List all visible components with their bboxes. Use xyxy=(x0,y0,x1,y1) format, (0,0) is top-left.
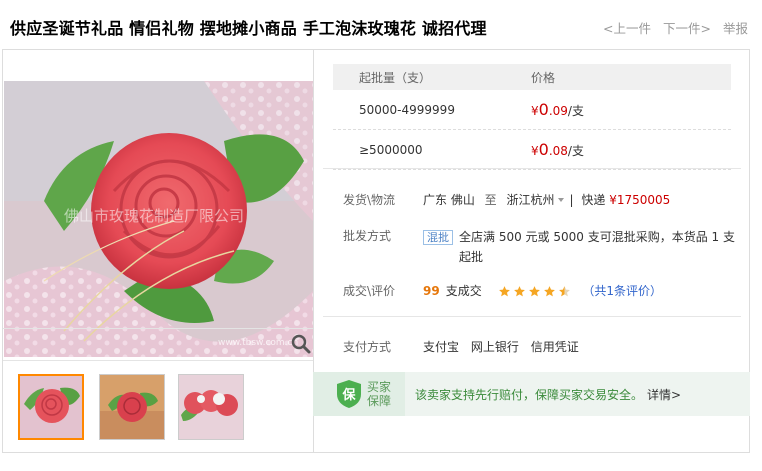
main-product-image[interactable]: 佛山市玫瑰花制造厂限公司 www.tbsw.com.cn xyxy=(4,81,313,357)
prev-item-link[interactable]: <上一件 xyxy=(603,18,651,37)
magnifier-icon[interactable] xyxy=(290,333,312,355)
thumbnail-1[interactable] xyxy=(18,374,84,440)
price-table: 起批量（支） 价格 50000-4999999 ¥0.09/支 ≥5000000… xyxy=(333,64,731,170)
product-title: 供应圣诞节礼品 情侣礼物 摆地摊小商品 手工泡沫玫瑰花 诚招代理 xyxy=(10,19,487,38)
report-link[interactable]: 举报 xyxy=(723,18,748,37)
product-details: 起批量（支） 价格 50000-4999999 ¥0.09/支 ≥5000000… xyxy=(313,49,750,453)
price-row-price: ¥0.09/支 xyxy=(531,100,584,119)
quantity-header: 起批量（支） xyxy=(359,70,432,85)
payment-method: 支付宝 xyxy=(423,340,460,354)
price-row-quantity: ≥5000000 xyxy=(359,142,423,157)
price-row-quantity: 50000-4999999 xyxy=(359,102,455,117)
image-watermark: 佛山市玫瑰花制造厂限公司 xyxy=(64,207,244,225)
destination-select[interactable]: 浙江杭州 xyxy=(507,193,555,207)
payment-method: 信用凭证 xyxy=(530,340,579,354)
divider xyxy=(323,168,741,169)
guarantee-details-link[interactable]: 详情> xyxy=(647,388,681,402)
guarantee-label: 买家 xyxy=(367,380,392,394)
guarantee-text: 该卖家支持先行赔付，保障买家交易安全。 详情> xyxy=(415,387,682,402)
price-row-price: ¥0.08/支 xyxy=(531,140,584,159)
top-nav: <上一件 下一件> 举报 xyxy=(603,18,748,37)
price-header: 价格 xyxy=(531,70,556,85)
product-gallery: 佛山市玫瑰花制造厂限公司 www.tbsw.com.cn xyxy=(2,49,314,453)
zoom-strip xyxy=(3,328,313,360)
deal-count: 99 xyxy=(423,284,440,298)
price-row-1: 50000-4999999 ¥0.09/支 xyxy=(333,90,731,130)
divider xyxy=(323,316,741,317)
price-row-2: ≥5000000 ¥0.08/支 xyxy=(333,130,731,170)
thumbnail-2[interactable] xyxy=(99,374,165,440)
rating-stars xyxy=(498,285,571,298)
price-table-header: 起批量（支） 价格 xyxy=(333,64,731,90)
thumbnail-strip xyxy=(3,360,313,452)
chevron-down-icon[interactable] xyxy=(557,197,564,202)
reviews-link[interactable]: （共1条评价） xyxy=(582,284,662,298)
payment-method: 网上银行 xyxy=(470,340,519,354)
payment-label: 支付方式 xyxy=(343,340,392,354)
star-icon xyxy=(513,286,525,297)
star-icon xyxy=(543,286,555,297)
shipping-fee: ¥1750005 xyxy=(609,193,671,207)
star-icon xyxy=(498,286,510,297)
star-icon xyxy=(558,286,570,297)
next-item-link[interactable]: 下一件> xyxy=(663,18,711,37)
shipping-row: 发货\物流 广东 佛山 至 浙江杭州 | 快递 ¥1750005 xyxy=(333,191,670,208)
wholesale-row: 批发方式 混批 全店满 500 元或 5000 支可混批采购，本货品 1 支起批 xyxy=(333,227,735,267)
deals-row: 成交\评价 99 支成交 （共1条评价） xyxy=(333,282,662,299)
wholesale-text: 全店满 500 元或 5000 支可混批采购，本货品 1 支起批 xyxy=(459,230,735,264)
thumbnail-3[interactable] xyxy=(178,374,244,440)
payment-row: 支付方式 支付宝 网上银行 信用凭证 xyxy=(333,338,579,355)
ship-from: 广东 佛山 xyxy=(423,193,475,207)
star-icon xyxy=(528,286,540,297)
wholesale-label: 批发方式 xyxy=(343,229,392,243)
svg-text:保: 保 xyxy=(341,387,356,403)
deals-label: 成交\评价 xyxy=(343,284,396,298)
mixed-wholesale-badge: 混批 xyxy=(423,230,453,245)
shipping-label: 发货\物流 xyxy=(343,193,396,207)
buyer-guarantee-bar: 保 买家 保障 该卖家支持先行赔付，保障买家交易安全。 详情> xyxy=(313,372,750,416)
shield-icon: 保 xyxy=(337,380,361,408)
